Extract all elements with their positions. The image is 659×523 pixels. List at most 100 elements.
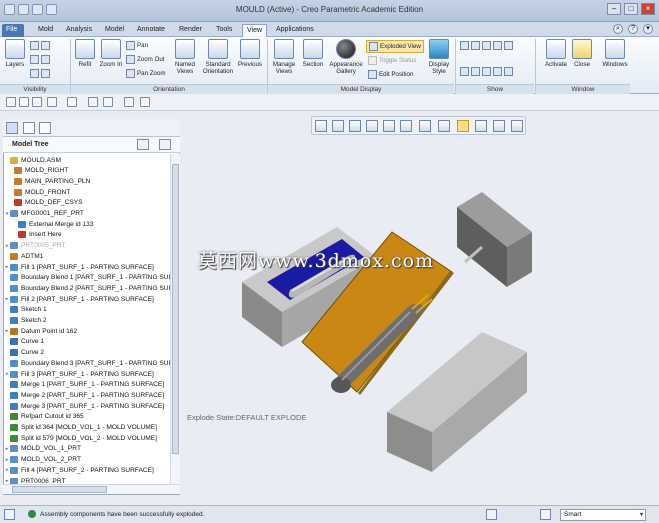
model-tree-tab-icon[interactable] <box>6 122 18 134</box>
zoom-in-button[interactable]: Zoom In <box>98 39 124 68</box>
cosmetic-icon[interactable] <box>511 120 523 132</box>
tab-model[interactable]: Model <box>101 24 128 37</box>
maximize-button[interactable]: □ <box>624 3 638 15</box>
tab-tools[interactable]: Tools <box>212 24 236 37</box>
tab-render[interactable]: Render <box>175 24 206 37</box>
edit-position-button[interactable]: Edit Position <box>368 70 413 79</box>
chevron-down-icon[interactable]: ▾ <box>643 24 653 34</box>
open-icon[interactable] <box>19 97 29 107</box>
tree-item[interactable]: ▸ Fill 2 [PART_SURF_1 - PARTING SURFACE] <box>3 294 154 304</box>
perspective-icon[interactable] <box>438 120 450 132</box>
standard-orientation-button[interactable]: Standard Orientation <box>201 39 235 75</box>
tree-item[interactable]: External Merge id 133 <box>3 219 94 229</box>
tree-item[interactable]: Boundary Blend 1 [PART_SURF_1 - PARTING … <box>3 273 170 283</box>
tree-item[interactable]: ▸ Datum Point id 162 <box>3 326 77 336</box>
undo-icon[interactable] <box>47 97 57 107</box>
close-button[interactable]: Close <box>570 39 594 68</box>
show-toggles-row-2[interactable] <box>460 67 513 76</box>
tree-item[interactable]: MOLD_FRONT <box>3 187 70 197</box>
save-icon[interactable] <box>32 97 42 107</box>
zoom-in-icon[interactable] <box>332 120 344 132</box>
tree-item[interactable]: ▸ Fill 1 [PART_SURF_1 - PARTING SURFACE] <box>3 262 154 272</box>
search-icon[interactable]: ⌕ <box>613 24 623 34</box>
tree-vertical-scrollbar[interactable] <box>170 154 180 484</box>
close-icon[interactable] <box>124 97 134 107</box>
tree-item[interactable]: MOLD_DEF_CSYS <box>3 198 83 208</box>
tree-item[interactable]: Refpart Cutout id 365 <box>3 412 84 422</box>
redo-icon[interactable] <box>67 97 77 107</box>
scrollbar-thumb[interactable] <box>12 486 107 493</box>
new-icon[interactable] <box>6 97 16 107</box>
tree-horizontal-scrollbar[interactable] <box>3 484 180 494</box>
close-window-button[interactable]: × <box>641 3 655 15</box>
show-toggles-row-1[interactable] <box>460 41 513 50</box>
display-style-icon[interactable] <box>383 120 395 132</box>
activate-button[interactable]: Activate <box>542 39 570 68</box>
tree-item[interactable]: Split id 579 [MOLD_VOL_2 - MOLD VOLUME] <box>3 433 157 443</box>
tree-item[interactable]: ADTM1 <box>3 251 43 261</box>
favorites-tab-icon[interactable] <box>39 122 51 134</box>
tree-item[interactable]: ▾ MFG0001_REF_PRT <box>3 209 84 219</box>
help-icon[interactable]: ? <box>628 24 638 34</box>
tree-item[interactable]: MOULD.ASM <box>3 155 61 165</box>
tab-file[interactable]: File <box>2 24 24 37</box>
graphics-window[interactable] <box>182 137 657 504</box>
folder-browser-tab-icon[interactable] <box>23 122 35 134</box>
tab-annotate[interactable]: Annotate <box>133 24 169 37</box>
tree-item[interactable]: Insert Here <box>3 230 62 240</box>
tree-settings-icon[interactable] <box>137 139 149 150</box>
customize-icon[interactable] <box>140 97 150 107</box>
pan-zoom-button[interactable]: Pan Zoom <box>126 69 166 78</box>
tree-item[interactable]: ▸ PRT0006_PRT <box>3 476 65 484</box>
minimize-button[interactable]: – <box>607 3 621 15</box>
tree-item[interactable]: Merge 1 [PART_SURF_1 - PARTING SURFACE] <box>3 380 164 390</box>
tab-analysis[interactable]: Analysis <box>62 24 96 37</box>
layers-button[interactable]: Layers <box>4 39 26 68</box>
tab-view[interactable]: View <box>242 24 268 37</box>
tree-item[interactable]: MOLD_RIGHT <box>3 166 68 176</box>
tree-item[interactable]: ▸ Fill 3 [PART_SURF_1 - PARTING SURFACE] <box>3 369 154 379</box>
windows-button[interactable]: Windows <box>600 39 630 68</box>
regenerate-icon[interactable] <box>88 97 98 107</box>
toggle-status-button[interactable]: Toggle Status <box>368 56 417 65</box>
visibility-tool-3[interactable] <box>30 69 50 78</box>
navigator-toggle-icon[interactable] <box>4 509 15 520</box>
tree-item[interactable]: ▸ MOLD_VOL_2_PRT <box>3 455 81 465</box>
tree-item[interactable]: Boundary Blend 2 [PART_SURF_1 - PARTING … <box>3 283 170 293</box>
tree-item[interactable]: Curve 1 <box>3 337 44 347</box>
appearance-gallery-button[interactable]: Appearance Gallery <box>328 39 364 75</box>
named-views-button[interactable]: Named Views <box>172 39 198 75</box>
exploded-view-button[interactable]: Exploded View <box>366 40 424 53</box>
selection-filter-dropdown[interactable]: Smart ▾ <box>560 509 646 521</box>
section-button[interactable]: Section <box>300 39 326 68</box>
selection-filter-icon[interactable] <box>540 509 551 520</box>
view-manager-icon[interactable] <box>419 120 431 132</box>
spin-center-icon[interactable] <box>493 120 505 132</box>
pan-button[interactable]: Pan <box>126 41 148 50</box>
repaint-icon[interactable] <box>366 120 378 132</box>
tree-item[interactable]: Merge 2 [PART_SURF_1 - PARTING SURFACE] <box>3 390 164 400</box>
tree-item[interactable]: Curve 2 <box>3 348 44 358</box>
tree-item[interactable]: ▸ PRT0005_PRT <box>3 241 65 251</box>
visibility-tool-2[interactable] <box>30 55 50 64</box>
tree-item[interactable]: Sketch 1 <box>3 305 47 315</box>
refit-button[interactable]: Refit <box>74 39 96 68</box>
tree-item[interactable]: Sketch 2 <box>3 316 47 326</box>
visibility-tool-1[interactable] <box>30 41 50 50</box>
tree-item[interactable]: MAIN_PARTING_PLN <box>3 176 90 186</box>
tab-applications[interactable]: Applications <box>272 24 318 37</box>
tree-item[interactable]: Merge 3 [PART_SURF_1 - PARTING SURFACE] <box>3 401 164 411</box>
previous-button[interactable]: Previous <box>236 39 264 68</box>
tree-show-icon[interactable] <box>159 139 171 150</box>
tree-item[interactable]: Boundary Blend 3 [PART_SURF_1 - PARTING … <box>3 358 170 368</box>
tree-item[interactable]: Split id 364 [MOLD_VOL_1 - MOLD VOLUME] <box>3 423 157 433</box>
annotation-display-icon[interactable] <box>475 120 487 132</box>
zoom-out-button[interactable]: Zoom Out <box>126 55 165 64</box>
tree-item[interactable]: ▸ MOLD_VOL_1_PRT <box>3 444 81 454</box>
regenerate-status-icon[interactable] <box>486 509 497 520</box>
saved-orientations-icon[interactable] <box>400 120 412 132</box>
scrollbar-thumb[interactable] <box>172 164 179 454</box>
manage-views-button[interactable]: Manage Views <box>270 39 298 75</box>
windows-icon[interactable] <box>103 97 113 107</box>
zoom-out-icon[interactable] <box>349 120 361 132</box>
